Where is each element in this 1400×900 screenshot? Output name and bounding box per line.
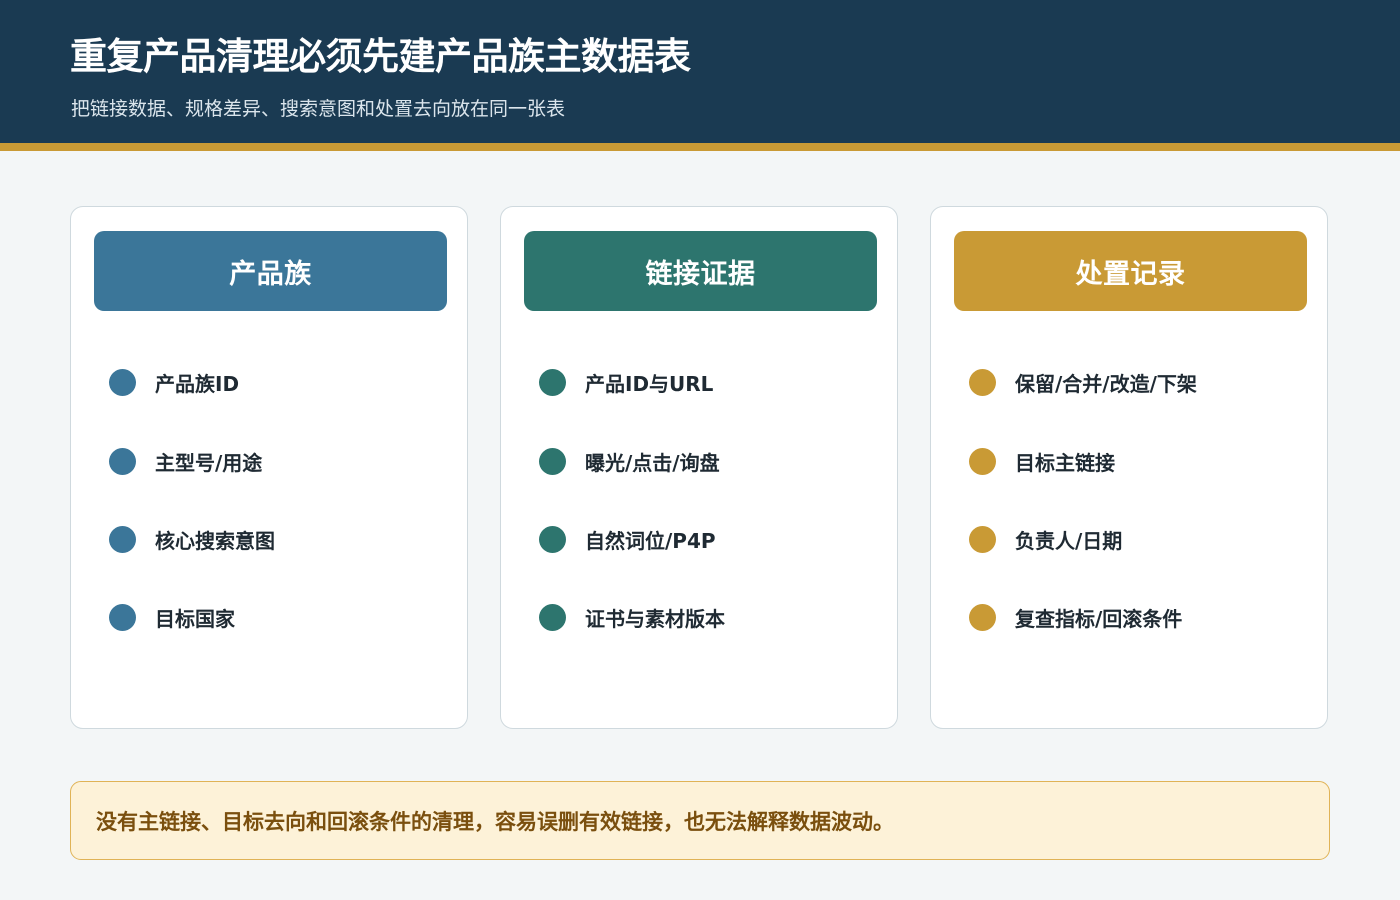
bullet-dot (969, 525, 996, 553)
list-item-label: 核心搜索意图 (155, 528, 275, 553)
list-item: 产品族ID (109, 368, 239, 396)
page-title: 重复产品清理必须先建产品族主数据表 (70, 35, 691, 78)
list-item: 目标国家 (109, 603, 235, 631)
bullet-dot (969, 603, 996, 631)
list-item: 保留/合并/改造/下架 (969, 368, 1197, 396)
bullet-dot (539, 368, 566, 396)
list-item-label: 保留/合并/改造/下架 (1015, 371, 1197, 396)
bullet-dot (969, 368, 996, 396)
warning-note: 没有主链接、目标去向和回滚条件的清理，容易误删有效链接，也无法解释数据波动。 (70, 781, 1330, 860)
list-item: 产品ID与URL (539, 368, 713, 396)
list-item-label: 负责人/日期 (1015, 528, 1123, 553)
list-item-label: 主型号/用途 (155, 450, 263, 475)
bullet-dot (539, 603, 566, 631)
card-link-evidence: 链接证据 产品ID与URL 曝光/点击/询盘 自然词位/P4P 证书与素材版本 (500, 206, 898, 729)
bullet-dot (969, 447, 996, 475)
list-item: 证书与素材版本 (539, 603, 725, 631)
list-item: 目标主链接 (969, 447, 1115, 475)
list-item-label: 产品族ID (155, 371, 240, 396)
bullet-dot (539, 447, 566, 475)
card-header-disposal-record: 处置记录 (954, 231, 1307, 311)
header-accent-bar (0, 143, 1400, 151)
card-header-product-family: 产品族 (94, 231, 447, 311)
list-item-label: 产品ID与URL (585, 371, 714, 396)
list-item-label: 复查指标/回滚条件 (1015, 606, 1183, 631)
warning-note-text: 没有主链接、目标去向和回滚条件的清理，容易误删有效链接，也无法解释数据波动。 (96, 809, 894, 834)
bullet-dot (109, 525, 136, 553)
bullet-dot (539, 525, 566, 553)
header-banner: 重复产品清理必须先建产品族主数据表 把链接数据、规格差异、搜索意图和处置去向放在… (0, 0, 1400, 143)
list-item: 复查指标/回滚条件 (969, 603, 1182, 631)
list-item: 负责人/日期 (969, 525, 1122, 553)
list-item-label: 自然词位/P4P (585, 528, 716, 553)
page-subtitle: 把链接数据、规格差异、搜索意图和处置去向放在同一张表 (71, 98, 566, 120)
list-item-label: 证书与素材版本 (585, 606, 725, 631)
bullet-dot (109, 368, 136, 396)
list-item: 自然词位/P4P (539, 525, 716, 553)
card-disposal-record: 处置记录 保留/合并/改造/下架 目标主链接 负责人/日期 复查指标/回滚条件 (930, 206, 1328, 729)
bullet-dot (109, 447, 136, 475)
list-item: 曝光/点击/询盘 (539, 447, 720, 475)
list-item-label: 目标国家 (155, 606, 235, 631)
list-item-label: 曝光/点击/询盘 (585, 450, 720, 475)
list-item-label: 目标主链接 (1015, 450, 1115, 475)
list-item: 主型号/用途 (109, 447, 262, 475)
card-product-family: 产品族 产品族ID 主型号/用途 核心搜索意图 目标国家 (70, 206, 468, 729)
list-item: 核心搜索意图 (109, 525, 275, 553)
card-header-link-evidence: 链接证据 (524, 231, 877, 311)
bullet-dot (109, 603, 136, 631)
